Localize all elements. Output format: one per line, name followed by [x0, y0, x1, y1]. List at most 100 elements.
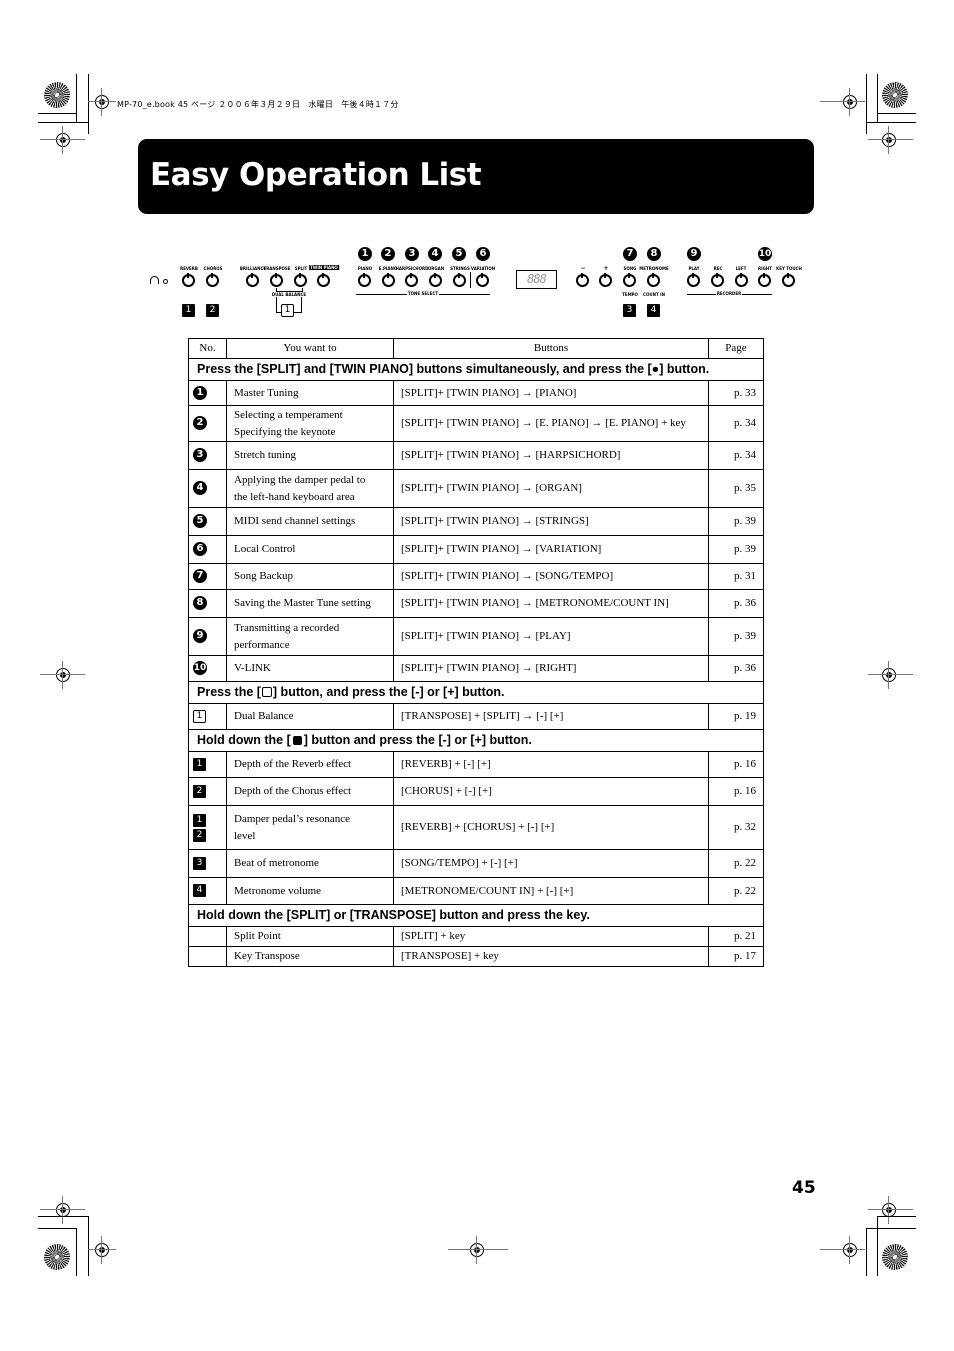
cell-you-want-to: MIDI send channel settings — [226, 507, 394, 536]
number-square-icon: 4 — [193, 884, 206, 898]
want-text: Transmitting a recorded — [234, 621, 340, 634]
label-song: SONG — [623, 266, 637, 271]
want-text-line2: performance — [234, 638, 290, 651]
cell-no: 4 — [188, 469, 227, 508]
number-circle-icon: 9 — [193, 629, 207, 644]
label-variation: VARIATION — [470, 266, 496, 271]
cell-page: p. 35 — [708, 469, 764, 508]
cell-no: 8 — [188, 589, 227, 618]
cell-you-want-to: Master Tuning — [226, 380, 394, 406]
registration-mark-icon — [95, 88, 109, 116]
cell-you-want-to: Applying the damper pedal to the left-han… — [226, 469, 394, 508]
rec-button-icon — [711, 273, 724, 287]
cell-you-want-to: Key Transpose — [226, 946, 394, 967]
number-circle-icon: 10 — [193, 661, 207, 676]
song-tempo-button-icon — [623, 273, 636, 287]
number-square-icon: 1 — [193, 757, 206, 771]
cell-page: p. 39 — [708, 617, 764, 656]
label-reverb: REVERB — [180, 266, 198, 271]
section-heading-row: Hold down the [] button and press the [-… — [188, 729, 764, 752]
label-tempo: TEMPO — [622, 292, 638, 297]
want-text: Depth of the Chorus effect — [234, 785, 352, 797]
marker-square-2: 2 — [206, 304, 219, 317]
headphones-icon — [150, 276, 159, 284]
section-heading-row: Hold down the [SPLIT] or [TRANSPOSE] but… — [188, 904, 764, 927]
cell-buttons: [REVERB] + [CHORUS] + [-] [+] — [393, 805, 709, 850]
section-heading: Press the [SPLIT] and [TWIN PIANO] butto… — [188, 358, 764, 381]
table-row: 1 Dual Balance [TRANSPOSE] + [SPLIT] → [-]… — [188, 703, 764, 730]
cell-page: p. 39 — [708, 507, 764, 536]
cell-buttons: [REVERB] + [-] [+] — [393, 751, 709, 778]
cell-buttons: [SPLIT]+ [TWIN PIANO] → [PIANO] — [393, 380, 709, 406]
cell-page: p. 31 — [708, 563, 764, 590]
table-row: 7 Song Backup [SPLIT]+ [TWIN PIANO] → [SON… — [188, 563, 764, 590]
table-row: 5 MIDI send channel settings [SPLIT]+ [TWI… — [188, 507, 764, 536]
cell-no: 2 — [188, 777, 227, 806]
section-heading-text: Press the [SPLIT] and [TWIN PIANO] butto… — [197, 362, 710, 376]
marker-circle-2: 2 — [381, 247, 395, 261]
e-piano-button-icon — [382, 273, 395, 287]
twin-piano-button-icon — [317, 273, 330, 287]
table-row: 1 Depth of the Reverb effect [REVERB] + [-… — [188, 751, 764, 778]
label-piano: PIANO — [357, 266, 373, 271]
want-text-line2: Specifying the keynote — [234, 425, 336, 438]
cell-you-want-to: Saving the Master Tune setting — [226, 589, 394, 618]
section-heading: Hold down the [] button and press the [-… — [188, 729, 764, 752]
cell-page: p. 32 — [708, 805, 764, 850]
header-you-want-to: You want to — [226, 338, 394, 359]
page-title: Easy Operation List — [150, 157, 482, 193]
cell-buttons: [SPLIT]+ [TWIN PIANO] → [RIGHT] — [393, 655, 709, 682]
label-play: PLAY — [688, 266, 700, 271]
want-text: MIDI send channel settings — [234, 515, 356, 527]
marker-circle-1: 1 — [358, 247, 372, 261]
label-plus: + — [603, 265, 609, 272]
registration-mark-icon — [56, 126, 70, 154]
file-info-header: MP-70_e.book 45 ページ ２００６年３月２９日 水曜日 午後４時１… — [117, 100, 399, 109]
cell-you-want-to: Local Control — [226, 535, 394, 564]
cell-you-want-to: Transmitting a recorded performance — [226, 617, 394, 656]
number-circle-icon: 6 — [193, 542, 207, 557]
minus-button-icon — [576, 273, 589, 287]
cell-no: 1 — [188, 703, 227, 730]
section-heading: Hold down the [SPLIT] or [TRANSPOSE] but… — [188, 904, 764, 927]
cell-no: 7 — [188, 563, 227, 590]
marker-square-1: 1 — [182, 304, 195, 317]
label-count-in: COUNT IN — [643, 292, 665, 297]
table-header-row: No. You want to Buttons Page — [188, 338, 764, 359]
cell-no: 3 — [188, 849, 227, 878]
cell-page: p. 34 — [708, 405, 764, 442]
cell-no: 2 — [188, 405, 227, 442]
cell-no: 1 — [188, 380, 227, 406]
label-right: RIGHT — [758, 266, 772, 271]
table-row: 1 2 Damper pedal’s resonance level [REVERB] … — [188, 805, 764, 850]
piano-button-icon — [358, 273, 371, 287]
cell-page: p. 16 — [708, 751, 764, 778]
reverb-button-icon — [182, 273, 195, 287]
number-circle-icon: 5 — [193, 514, 207, 529]
cell-you-want-to: Damper pedal’s resonance level — [226, 805, 394, 850]
filled-square-icon — [292, 736, 302, 745]
number-circle-icon: 8 — [193, 596, 207, 611]
marker-circle-3: 3 — [405, 247, 419, 261]
marker-square-4: 4 — [647, 304, 660, 317]
label-rec: REC — [713, 266, 723, 271]
cell-no: 12 — [188, 805, 227, 850]
number-circle-icon: 3 — [193, 448, 207, 463]
want-text: Dual Balance — [234, 710, 294, 722]
cell-buttons: [SPLIT]+ [TWIN PIANO] → [ORGAN] — [393, 469, 709, 508]
label-organ: ORGAN — [427, 266, 445, 271]
label-strings: STRINGS — [450, 266, 470, 271]
want-text: Song Backup — [234, 570, 293, 582]
table-row: 6 Local Control [SPLIT]+ [TWIN PIANO] → [V… — [188, 535, 764, 564]
table-row: 3 Stretch tuning [SPLIT]+ [TWIN PIANO] → [… — [188, 441, 764, 470]
variation-button-icon — [476, 273, 489, 287]
cell-page: p. 19 — [708, 703, 764, 730]
table-row: 4 Metronome volume [METRONOME/COUNT IN] + … — [188, 877, 764, 905]
cell-no: 5 — [188, 507, 227, 536]
table-row: 3 Beat of metronome [SONG/TEMPO] + [-] [+]… — [188, 849, 764, 878]
section-heading-text: Press the [ — [197, 685, 261, 699]
cell-no: 1 — [188, 751, 227, 778]
label-minus: − — [580, 265, 586, 272]
section-heading-row: Press the [SPLIT] and [TWIN PIANO] butto… — [188, 358, 764, 381]
section-heading-text: ] button and press the [-] or [+] button… — [303, 733, 532, 747]
